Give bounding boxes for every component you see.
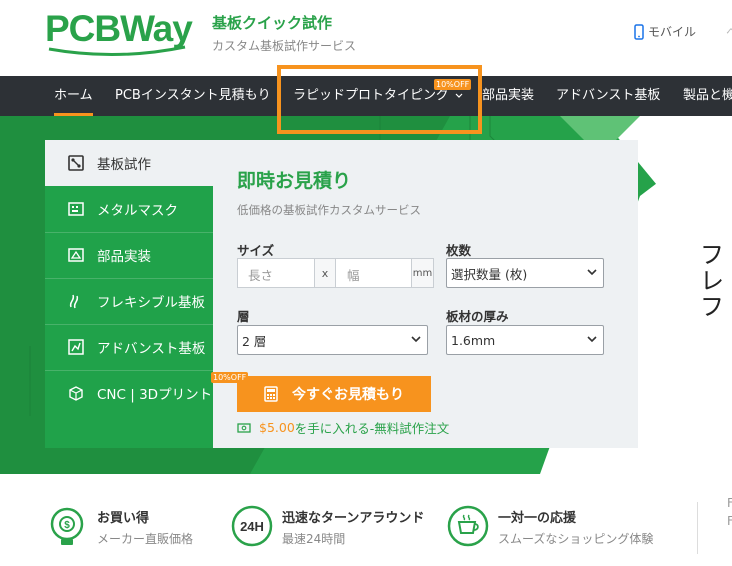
- pcbway-logo[interactable]: PCBWay: [45, 8, 193, 56]
- feature-title: 迅速なターンアラウンド: [282, 511, 425, 526]
- nav-item-home[interactable]: ホーム: [54, 76, 93, 116]
- side-item-label: フレキシブル基板: [97, 295, 205, 311]
- logo-swoosh-icon: [48, 45, 186, 56]
- size-label: サイズ: [237, 243, 275, 258]
- pcb-icon: [68, 155, 84, 171]
- chevron-down-icon: [587, 336, 597, 343]
- feature-edge-line: F: [727, 496, 732, 510]
- side-item-label: 部品実装: [97, 249, 151, 265]
- thickness-label: 板材の厚み: [446, 309, 509, 324]
- side-item-flex[interactable]: フレキシブル基板: [45, 278, 213, 324]
- mobile-link[interactable]: モバイル: [634, 23, 696, 40]
- side-item-label: アドバンスト基板: [97, 341, 206, 357]
- size-input-group: 長さ x 幅 mm: [237, 258, 434, 288]
- side-item-label: メタルマスク: [97, 203, 178, 219]
- feature-title: 一対一の応援: [498, 511, 577, 526]
- feature-title: お買い得: [97, 511, 150, 526]
- side-item-pcb-prototype[interactable]: 基板試作: [45, 140, 213, 186]
- hero-headline: フレ フ: [700, 242, 732, 320]
- cup-icon: [447, 505, 489, 547]
- layers-select[interactable]: 2 層: [237, 325, 428, 355]
- feature-fast-turnaround: 24H 迅速なターンアラウンド 最速24時間: [230, 504, 424, 548]
- features-strip: $ お買い得 メーカー直販価格 24H 迅速なターンアラウンド 最速24時間 一…: [0, 474, 732, 566]
- feature-subtitle: スムーズなショッピング体験: [498, 532, 654, 546]
- side-item-label: CNC | 3Dプリント: [97, 387, 213, 403]
- discount-badge: 10%OFF: [211, 372, 249, 383]
- feature-good-price: $ お買い得 メーカー直販価格: [45, 504, 193, 548]
- cnc-icon: [69, 386, 83, 401]
- hero-headline-line2: フ: [700, 293, 724, 321]
- side-item-assembly[interactable]: 部品実装: [45, 232, 213, 278]
- logo-text: PCBWay: [45, 8, 193, 49]
- layers-select-value: 2 層: [242, 333, 267, 349]
- feature-subtitle: メーカー直販価格: [97, 532, 194, 546]
- advanced-icon: [68, 339, 84, 355]
- side-item-label: 基板試作: [97, 157, 151, 173]
- layers-label: 層: [237, 309, 250, 324]
- coin-bulb-icon: $: [50, 507, 84, 545]
- header-extra-link[interactable]: ヘ: [726, 23, 732, 40]
- 24h-icon: 24H: [231, 505, 273, 547]
- cash-icon: [237, 422, 251, 433]
- tagline-title: 基板クイック試作: [212, 14, 333, 32]
- side-item-cnc-3d[interactable]: CNC | 3Dプリント: [45, 370, 213, 416]
- unit-label: mm: [411, 259, 433, 287]
- quote-title: 即時お見積り: [237, 170, 352, 192]
- feature-edge-text: F F: [727, 494, 732, 530]
- nav-item-assembly[interactable]: 部品実装: [482, 76, 534, 116]
- flex-icon: [69, 294, 79, 309]
- length-input[interactable]: 長さ: [238, 265, 273, 284]
- get-quote-button-label: 今すぐお見積もり: [292, 387, 404, 403]
- quantity-select-value: 選択数量 (枚): [451, 266, 528, 282]
- quote-subtitle: 低価格の基板試作カスタムサービス: [237, 203, 421, 217]
- hero-headline-line1: フレ: [700, 241, 724, 295]
- page: PCBWay 基板クイック試作 カスタム基板試作サービス モバイル ヘ ホーム …: [0, 0, 732, 566]
- divider: [697, 502, 698, 554]
- mobile-phone-icon: [634, 23, 644, 40]
- promo-amount: $5.00: [259, 420, 295, 435]
- calculator-icon: [264, 386, 278, 402]
- service-side-menu: 基板試作 メタルマスク 部品実装 フレキシブル基板 アドバンスト基板 CNC |…: [45, 140, 249, 448]
- 24h-icon-text: 24H: [240, 519, 264, 534]
- size-separator: x: [314, 259, 336, 287]
- mobile-link-label: モバイル: [648, 25, 697, 39]
- chevron-down-icon: [587, 269, 597, 276]
- promo-text: を手に入れる-無料試作注文: [294, 421, 450, 436]
- stencil-icon: [68, 202, 84, 216]
- highlight-box: [277, 65, 482, 134]
- chevron-down-icon: [411, 336, 421, 343]
- feature-edge-line: F: [727, 514, 732, 528]
- side-item-advanced[interactable]: アドバンスト基板: [45, 324, 213, 370]
- width-input[interactable]: 幅: [337, 265, 360, 284]
- side-item-stencil[interactable]: メタルマスク: [45, 186, 213, 232]
- nav-item-products[interactable]: 製品と機: [683, 76, 732, 116]
- free-prototype-promo[interactable]: $5.00 を手に入れる-無料試作注文: [237, 418, 449, 437]
- svg-text:$: $: [64, 520, 70, 531]
- thickness-select-value: 1.6mm: [451, 332, 496, 348]
- tagline-subtitle: カスタム基板試作サービス: [212, 39, 357, 53]
- thickness-select[interactable]: 1.6mm: [446, 325, 604, 355]
- feature-subtitle: 最速24時間: [282, 532, 346, 546]
- get-quote-button[interactable]: 今すぐお見積もり: [237, 376, 431, 412]
- quantity-label: 枚数: [446, 243, 472, 258]
- nav-item-advanced-pcb[interactable]: アドバンスト基板: [556, 76, 660, 116]
- feature-one-on-one-support: 一対一の応援 スムーズなショッピング体験: [446, 504, 653, 548]
- tagline: 基板クイック試作 カスタム基板試作サービス: [212, 13, 356, 55]
- instant-quote-panel: 即時お見積り 低価格の基板試作カスタムサービス サイズ 長さ x 幅 mm 枚数…: [213, 140, 638, 448]
- assembly-icon: [68, 248, 84, 262]
- nav-item-instant-quote[interactable]: PCBインスタント見積もり: [115, 76, 271, 116]
- quantity-select[interactable]: 選択数量 (枚): [446, 258, 604, 288]
